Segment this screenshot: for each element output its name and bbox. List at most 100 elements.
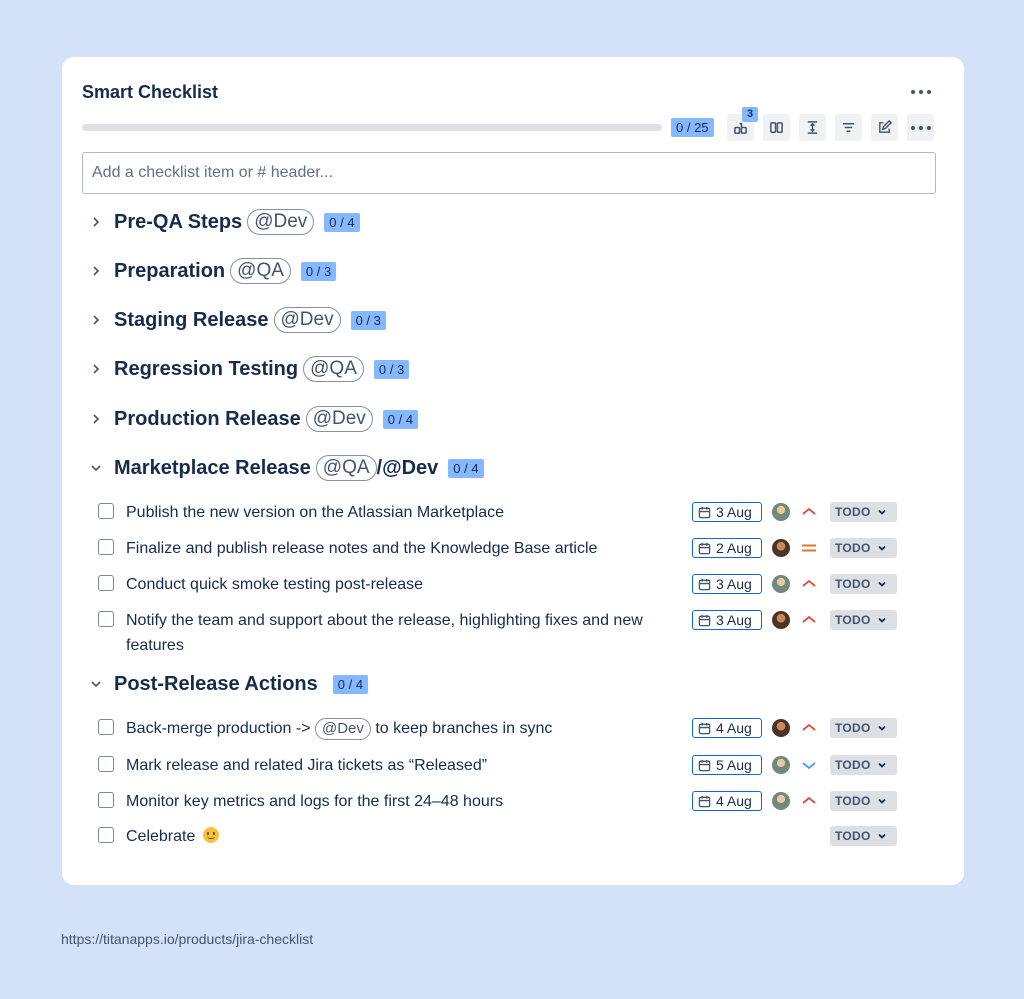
mention-tag[interactable]: @Dev bbox=[314, 718, 371, 740]
item-checkbox[interactable] bbox=[98, 719, 114, 735]
status-dropdown[interactable]: TODO bbox=[830, 826, 897, 846]
status-label: TODO bbox=[835, 721, 871, 735]
smiling-face-emoji-icon bbox=[202, 827, 219, 843]
card-more-menu-button[interactable] bbox=[906, 81, 936, 103]
edit-icon bbox=[879, 120, 892, 133]
avatar[interactable] bbox=[772, 792, 790, 810]
columns-button[interactable] bbox=[763, 114, 790, 141]
status-dropdown[interactable]: TODO bbox=[830, 538, 897, 558]
toolbar: 3 bbox=[727, 107, 934, 141]
calendar-icon bbox=[698, 759, 711, 771]
calendar-icon bbox=[698, 542, 711, 554]
status-dropdown[interactable]: TODO bbox=[830, 610, 897, 630]
avatar[interactable] bbox=[772, 503, 790, 521]
section-header-regression-testing[interactable]: Regression Testing @QA 0 / 3 bbox=[86, 354, 410, 384]
due-date-chip[interactable]: 3 Aug bbox=[692, 502, 762, 522]
mention-tag[interactable]: @QA bbox=[230, 258, 291, 284]
mention-tag[interactable]: @Dev bbox=[273, 307, 341, 333]
item-checkbox[interactable] bbox=[98, 575, 114, 591]
item-text[interactable]: Finalize and publish release notes and t… bbox=[126, 536, 686, 561]
item-text[interactable]: Publish the new version on the Atlassian… bbox=[126, 500, 686, 525]
card-title: Smart Checklist bbox=[82, 82, 219, 102]
due-date-text: 3 Aug bbox=[716, 612, 752, 628]
priority-high-icon[interactable] bbox=[800, 576, 818, 592]
priority-high-icon[interactable] bbox=[800, 504, 818, 520]
status-dropdown[interactable]: TODO bbox=[830, 502, 897, 522]
mention-tag[interactable]: @QA bbox=[315, 455, 377, 481]
section-header-post-release-actions[interactable]: Post-Release Actions 0 / 4 bbox=[86, 669, 369, 699]
chevron-right-icon[interactable] bbox=[86, 310, 106, 330]
item-checkbox[interactable] bbox=[98, 503, 114, 519]
mention-tag[interactable]: @Dev bbox=[305, 406, 373, 432]
due-date-chip[interactable]: 4 Aug bbox=[692, 791, 762, 811]
avatar[interactable] bbox=[772, 539, 790, 557]
avatar[interactable] bbox=[772, 756, 790, 774]
item-text-main: Celebrate bbox=[126, 828, 196, 845]
item-text[interactable]: Mark release and related Jira tickets as… bbox=[126, 753, 686, 778]
item-checkbox[interactable] bbox=[98, 792, 114, 808]
section-header-preparation[interactable]: Preparation @QA 0 / 3 bbox=[86, 256, 337, 286]
item-text[interactable]: Conduct quick smoke testing post-release bbox=[126, 572, 686, 597]
expand-all-button[interactable] bbox=[799, 114, 826, 141]
section-header-production-release[interactable]: Production Release @Dev 0 / 4 bbox=[86, 404, 419, 434]
due-date-chip[interactable]: 2 Aug bbox=[692, 538, 762, 558]
chevron-down-icon[interactable] bbox=[86, 674, 106, 694]
section-header-marketplace-release[interactable]: Marketplace Release @QA /@Dev 0 / 4 bbox=[86, 453, 484, 483]
chevron-down-icon[interactable] bbox=[86, 458, 106, 478]
item-checkbox[interactable] bbox=[98, 539, 114, 555]
toolbar-more-button[interactable] bbox=[907, 114, 934, 141]
chevron-right-icon[interactable] bbox=[86, 409, 106, 429]
priority-high-icon[interactable] bbox=[800, 612, 818, 628]
item-text[interactable]: Monitor key metrics and logs for the fir… bbox=[126, 789, 686, 814]
status-dropdown[interactable]: TODO bbox=[830, 755, 897, 775]
more-icon bbox=[910, 125, 931, 130]
filter-icon bbox=[842, 123, 855, 132]
chevron-right-icon[interactable] bbox=[86, 261, 106, 281]
section-count-badge: 0 / 4 bbox=[382, 409, 419, 429]
item-text[interactable]: Celebrate bbox=[126, 824, 686, 849]
due-date-chip[interactable]: 5 Aug bbox=[692, 755, 762, 775]
status-label: TODO bbox=[835, 541, 871, 555]
calendar-icon bbox=[698, 614, 711, 626]
more-icon bbox=[911, 90, 931, 94]
due-date-chip[interactable]: 3 Aug bbox=[692, 610, 762, 630]
due-date-chip[interactable]: 3 Aug bbox=[692, 574, 762, 594]
status-dropdown[interactable]: TODO bbox=[830, 791, 897, 811]
item-checkbox[interactable] bbox=[98, 756, 114, 772]
hierarchy-button[interactable]: 3 bbox=[727, 107, 758, 141]
chevron-right-icon[interactable] bbox=[86, 359, 106, 379]
status-dropdown[interactable]: TODO bbox=[830, 574, 897, 594]
item-text[interactable]: Back-merge production -> @Dev to keep br… bbox=[126, 716, 686, 741]
priority-high-icon[interactable] bbox=[800, 720, 818, 736]
filter-button[interactable] bbox=[835, 114, 862, 141]
priority-high-icon[interactable] bbox=[800, 793, 818, 809]
priority-medium-icon[interactable] bbox=[800, 540, 818, 556]
avatar[interactable] bbox=[772, 575, 790, 593]
chevron-right-icon[interactable] bbox=[86, 212, 106, 232]
edit-button[interactable] bbox=[871, 114, 898, 141]
status-dropdown[interactable]: TODO bbox=[830, 718, 897, 738]
item-checkbox[interactable] bbox=[98, 611, 114, 627]
avatar[interactable] bbox=[772, 719, 790, 737]
due-date-chip[interactable]: 4 Aug bbox=[692, 718, 762, 738]
mention-tag[interactable]: @Dev bbox=[247, 209, 315, 235]
section-count-badge: 0 / 3 bbox=[300, 261, 337, 281]
calendar-icon bbox=[698, 578, 711, 590]
footer-url: https://titanapps.io/products/jira-check… bbox=[61, 931, 314, 947]
due-date-text: 5 Aug bbox=[716, 757, 752, 773]
status-label: TODO bbox=[835, 505, 871, 519]
chevron-down-icon bbox=[878, 581, 886, 587]
item-text[interactable]: Notify the team and support about the re… bbox=[126, 608, 686, 658]
section-count-badge: 0 / 4 bbox=[324, 212, 360, 232]
add-item-input[interactable] bbox=[82, 152, 936, 194]
item-checkbox[interactable] bbox=[98, 827, 114, 843]
item-text-after: to keep branches in sync bbox=[375, 720, 553, 737]
progress-bar bbox=[82, 124, 662, 131]
section-header-pre-qa[interactable]: Pre-QA Steps @Dev 0 / 4 bbox=[86, 207, 360, 237]
section-header-staging-release[interactable]: Staging Release @Dev 0 / 3 bbox=[86, 305, 386, 335]
section-count-badge: 0 / 4 bbox=[332, 674, 369, 694]
mention-tag[interactable]: @QA bbox=[303, 356, 364, 382]
priority-low-icon[interactable] bbox=[800, 757, 818, 773]
avatar[interactable] bbox=[772, 611, 790, 629]
status-label: TODO bbox=[835, 577, 871, 591]
